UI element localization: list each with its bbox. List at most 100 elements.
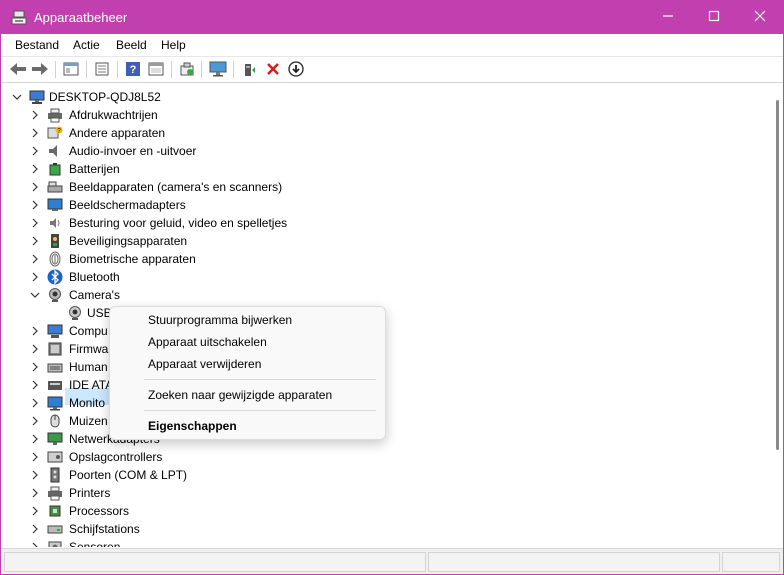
chevron-right-icon[interactable]: [29, 127, 41, 139]
chevron-right-icon[interactable]: [29, 235, 41, 247]
ctx-update-driver[interactable]: Stuurprogramma bijwerken: [148, 313, 292, 327]
tree-category-item[interactable]: Biometrische apparaten: [5, 250, 765, 268]
tree-item-label: Compu: [69, 324, 108, 338]
tree-item-label: Beveiligingsapparaten: [69, 234, 188, 248]
tree-category-item[interactable]: Beeldschermadapters: [5, 196, 765, 214]
menu-actie[interactable]: Actie: [73, 37, 100, 53]
monitor-icon: [47, 395, 63, 411]
tree-category-item[interactable]: Afdrukwachtrijen: [5, 106, 765, 124]
tree-category-item[interactable]: Batterijen: [5, 160, 765, 178]
tree-item-label: Audio-invoer en -uitvoer: [69, 144, 197, 158]
chevron-right-icon[interactable]: [29, 541, 41, 547]
menu-bestand[interactable]: Bestand: [15, 37, 59, 53]
chevron-right-icon[interactable]: [29, 199, 41, 211]
chevron-right-icon[interactable]: [29, 523, 41, 535]
tree-item-label: Human: [69, 360, 108, 374]
chevron-right-icon[interactable]: [29, 469, 41, 481]
menu-help[interactable]: Help: [161, 37, 186, 53]
disable-icon[interactable]: [286, 60, 306, 78]
tree-category-item[interactable]: Beeldapparaten (camera's en scanners): [5, 178, 765, 196]
chevron-right-icon[interactable]: [29, 163, 41, 175]
tree-category-item[interactable]: Audio-invoer en -uitvoer: [5, 142, 765, 160]
console-icon[interactable]: [146, 60, 166, 78]
chevron-right-icon[interactable]: [29, 217, 41, 229]
network-icon: [47, 431, 63, 447]
chevron-right-icon[interactable]: [29, 415, 41, 427]
context-menu: Stuurprogramma bijwerken Apparaat uitsch…: [109, 306, 386, 440]
chevron-down-icon[interactable]: [29, 289, 41, 301]
ctx-separator: [144, 379, 376, 380]
menu-beeld[interactable]: Beeld: [116, 37, 147, 53]
ctx-uninstall-device[interactable]: Apparaat verwijderen: [148, 357, 261, 371]
ctx-separator: [144, 410, 376, 411]
chevron-right-icon[interactable]: [29, 505, 41, 517]
port-icon: [47, 467, 63, 483]
cpu-icon: [47, 503, 63, 519]
tree-item-label: Afdrukwachtrijen: [69, 108, 158, 122]
security-icon: [47, 233, 63, 249]
close-button[interactable]: [737, 1, 783, 34]
vertical-scrollbar[interactable]: [772, 86, 782, 547]
tree-category-item[interactable]: Opslagcontrollers: [5, 448, 765, 466]
chevron-right-icon[interactable]: [29, 181, 41, 193]
chevron-down-icon[interactable]: [11, 91, 23, 103]
chevron-right-icon[interactable]: [29, 397, 41, 409]
ctx-disable-device[interactable]: Apparaat uitschakelen: [148, 335, 267, 349]
tree-root[interactable]: DESKTOP-QDJ8L52: [5, 88, 765, 106]
uninstall-icon[interactable]: [263, 60, 283, 78]
bluetooth-icon: [47, 269, 63, 285]
forward-icon[interactable]: [30, 60, 50, 78]
tree-category-item[interactable]: Besturing voor geluid, video en spelletj…: [5, 214, 765, 232]
chevron-right-icon[interactable]: [29, 433, 41, 445]
tree-category-item[interactable]: Printers: [5, 484, 765, 502]
tree-category-item[interactable]: Schijfstations: [5, 520, 765, 538]
webcam-icon: [67, 305, 83, 321]
chevron-right-icon[interactable]: [29, 325, 41, 337]
printer-queue-icon: [47, 107, 63, 123]
chevron-right-icon[interactable]: [29, 271, 41, 283]
maximize-button[interactable]: [691, 1, 737, 34]
display-adapter-icon: [47, 197, 63, 213]
chevron-right-icon[interactable]: [29, 343, 41, 355]
properties-view-icon[interactable]: [61, 60, 81, 78]
computer-icon: [47, 323, 63, 339]
status-segment-main: [4, 552, 426, 572]
printer-icon: [47, 485, 63, 501]
ctx-scan-hardware[interactable]: Zoeken naar gewijzigde apparaten: [148, 388, 332, 402]
tree-item-label: Muizen: [69, 414, 108, 428]
chevron-right-icon[interactable]: [29, 379, 41, 391]
scan-hardware-icon[interactable]: [177, 60, 197, 78]
minimize-button[interactable]: [645, 1, 691, 34]
tree-category-item[interactable]: ? Andere apparaten: [5, 124, 765, 142]
disk-icon: [47, 521, 63, 537]
mouse-icon: [47, 413, 63, 429]
tree-category-item[interactable]: Bluetooth: [5, 268, 765, 286]
chevron-right-icon[interactable]: [29, 487, 41, 499]
tree-item-label: IDE ATA: [69, 378, 114, 392]
chevron-right-icon[interactable]: [29, 145, 41, 157]
update-driver-icon[interactable]: [239, 60, 259, 78]
camera-icon: [47, 287, 63, 303]
details-icon[interactable]: [92, 60, 112, 78]
tree-item-label: Beeldschermadapters: [69, 198, 186, 212]
scrollbar-thumb[interactable]: [776, 100, 779, 450]
title-bar[interactable]: Apparaatbeheer: [1, 1, 783, 34]
chevron-right-icon[interactable]: [29, 253, 41, 265]
tree-category-item[interactable]: Processors: [5, 502, 765, 520]
tree-category-item[interactable]: Sensoren: [5, 538, 765, 547]
help-icon[interactable]: ?: [123, 60, 143, 78]
tree-category-item[interactable]: Beveiligingsapparaten: [5, 232, 765, 250]
status-bar: [1, 548, 783, 574]
computer-icon: [29, 89, 45, 105]
tree-category-item[interactable]: Poorten (COM & LPT): [5, 466, 765, 484]
chevron-right-icon[interactable]: [29, 451, 41, 463]
chevron-right-icon[interactable]: [29, 109, 41, 121]
tree-category-item[interactable]: Camera's: [5, 286, 765, 304]
back-icon[interactable]: [8, 60, 28, 78]
ctx-properties[interactable]: Eigenschappen: [148, 419, 237, 433]
sensor-icon: [47, 539, 63, 547]
monitor-icon[interactable]: [208, 60, 228, 78]
chevron-right-icon[interactable]: [29, 361, 41, 373]
tree-item-label: Processors: [69, 504, 130, 518]
tree-item-label: Andere apparaten: [69, 126, 166, 140]
